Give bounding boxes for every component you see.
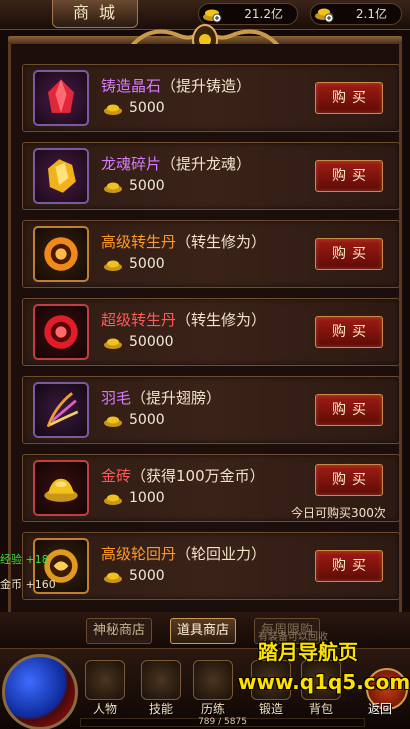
list-item: 高级轮回丹（轮回业力） 5000 购买: [22, 532, 399, 600]
item-title: 羽毛（提升翅膀）: [101, 387, 221, 408]
gold-brick-icon: [33, 460, 89, 516]
gold-gain-text: 金币 +160: [0, 578, 56, 591]
ingot-icon: [104, 416, 122, 427]
nav-skills-button[interactable]: 技能: [138, 660, 184, 718]
item-desc: （提升铸造）: [161, 77, 252, 95]
ingot-icon: [104, 494, 122, 505]
item-name: 金砖: [101, 467, 132, 485]
item-desc: （获得100万金币）: [131, 467, 265, 485]
watermark-title: 踏月导航页: [258, 640, 358, 664]
ingot-icon: [104, 572, 122, 583]
purchase-limit-note: 今日可购买300次: [291, 506, 386, 520]
buy-button[interactable]: 购买: [315, 394, 383, 426]
xp-bar: 789 / 5875: [80, 717, 365, 727]
tab-props-shop[interactable]: 道具商店: [170, 618, 237, 644]
item-desc: （轮回业力）: [176, 545, 267, 563]
item-name: 高级转生丹: [101, 233, 177, 251]
currency-ingot-small: 2.1亿: [310, 3, 402, 25]
item-price: 50000: [129, 334, 174, 350]
skill-book-icon: [141, 660, 181, 700]
item-price: 5000: [129, 178, 165, 194]
list-item: 金砖（获得100万金币） 1000 购买 今日可购买300次: [22, 454, 399, 522]
item-name: 羽毛: [101, 389, 132, 407]
item-price: 5000: [129, 412, 165, 428]
red-orb-icon: [33, 304, 89, 360]
item-desc: （提升龙魂）: [161, 155, 252, 173]
currency-ingot-small-value: 2.1亿: [355, 7, 387, 21]
ingot-icon: [315, 8, 334, 23]
shop-item-list: 铸造晶石（提升铸造） 5000 购买 龙魂碎片（提升龙魂） 5000 购买 高级…: [8, 44, 402, 614]
item-desc: （转生修为）: [176, 233, 267, 251]
ingot-icon: [104, 182, 122, 193]
item-price: 5000: [129, 568, 165, 584]
buy-button[interactable]: 购买: [315, 238, 383, 270]
nav-forge-label: 锻造: [258, 702, 283, 716]
item-title: 高级转生丹（转生修为）: [101, 231, 266, 252]
item-name: 高级轮回丹: [101, 545, 177, 563]
item-title: 高级轮回丹（轮回业力）: [101, 543, 266, 564]
buy-button[interactable]: 购买: [315, 316, 383, 348]
nav-character-label: 人物: [92, 702, 117, 716]
nav-training-button[interactable]: 历练: [190, 660, 236, 718]
item-price: 5000: [129, 256, 165, 272]
item-price: 5000: [129, 100, 165, 116]
back-label: 返回: [368, 702, 393, 716]
item-title: 超级转生丹（转生修为）: [101, 309, 266, 330]
item-name: 铸造晶石: [101, 77, 162, 95]
tab-mystic-shop[interactable]: 神秘商店: [86, 618, 153, 644]
list-item: 龙魂碎片（提升龙魂） 5000 购买: [22, 142, 399, 210]
item-title: 铸造晶石（提升铸造）: [101, 75, 251, 96]
ingot-icon: [104, 260, 122, 271]
item-name: 超级转生丹: [101, 311, 177, 329]
item-desc: （提升翅膀）: [131, 389, 222, 407]
exp-gain-text: 经验 +18: [0, 553, 49, 566]
item-desc: （转生修为）: [176, 311, 267, 329]
item-price: 1000: [129, 490, 165, 506]
buy-button[interactable]: 购买: [315, 82, 383, 114]
item-title: 金砖（获得100万金币）: [101, 465, 265, 486]
list-item: 铸造晶石（提升铸造） 5000 购买: [22, 64, 399, 132]
list-item: 高级转生丹（转生修为） 5000 购买: [22, 220, 399, 288]
hp-mp-orb: [2, 654, 78, 729]
list-item: 羽毛（提升翅膀） 5000 购买: [22, 376, 399, 444]
buy-button[interactable]: 购买: [315, 160, 383, 192]
red-crystal-icon: [33, 70, 89, 126]
helmet-icon: [85, 660, 125, 700]
ingot-icon: [104, 104, 122, 115]
item-name: 龙魂碎片: [101, 155, 162, 173]
buy-button[interactable]: 购买: [315, 550, 383, 582]
buy-button[interactable]: 购买: [315, 464, 383, 496]
xp-text: 789 / 5875: [198, 717, 247, 727]
orange-orb-icon: [33, 226, 89, 282]
ingot-icon: [104, 338, 122, 349]
nav-character-button[interactable]: 人物: [82, 660, 128, 718]
warrior-icon: [193, 660, 233, 700]
nav-bag-label: 背包: [308, 702, 333, 716]
nav-skills-label: 技能: [148, 702, 173, 716]
list-item: 超级转生丹（转生修为） 50000 购买: [22, 298, 399, 366]
feather-icon: [33, 382, 89, 438]
item-title: 龙魂碎片（提升龙魂）: [101, 153, 251, 174]
gold-shard-icon: [33, 148, 89, 204]
watermark-url: www.q1q5.com: [238, 670, 410, 694]
nav-training-label: 历练: [200, 702, 225, 716]
